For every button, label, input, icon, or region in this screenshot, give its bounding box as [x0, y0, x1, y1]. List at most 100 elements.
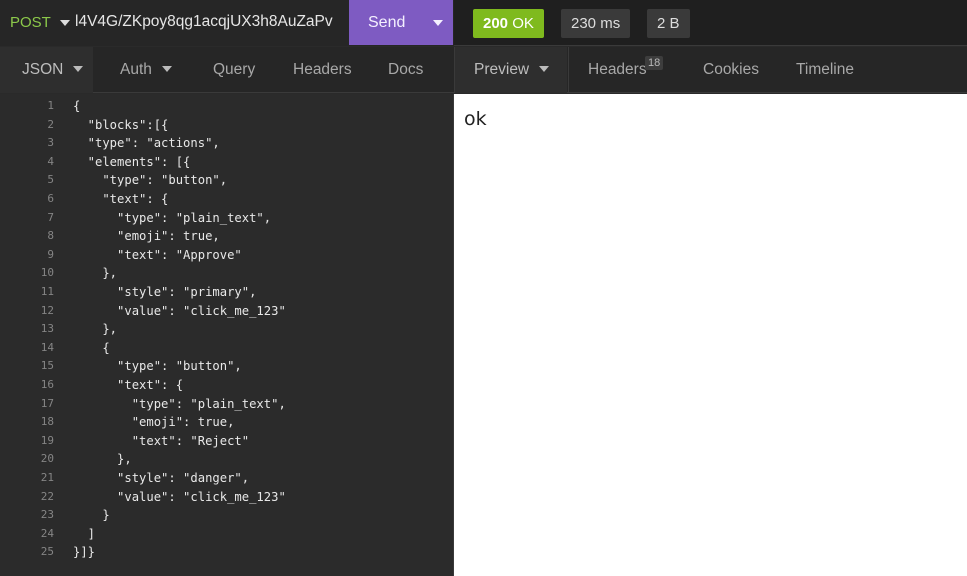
code-text: "style": "primary",	[73, 285, 257, 299]
line-number: 13	[40, 322, 54, 336]
tab-response-headers[interactable]: Headers	[588, 47, 647, 93]
code-text: },	[73, 322, 118, 337]
tab-preview[interactable]: Preview	[455, 47, 567, 93]
tab-auth[interactable]: Auth	[120, 47, 172, 93]
tab-preview-label: Preview	[474, 61, 530, 78]
line-number: 15	[40, 359, 54, 373]
tab-headers[interactable]: Headers	[293, 47, 352, 93]
line-number: 22	[40, 489, 54, 503]
code-line[interactable]: 18 "emoji": true,	[0, 413, 454, 432]
headers-count-badge: 18	[645, 56, 664, 70]
line-number: 5	[47, 173, 54, 187]
code-line[interactable]: 5 "type": "button",	[0, 171, 454, 190]
code-text: "text": {	[73, 192, 169, 206]
code-text: },	[73, 266, 118, 281]
code-line[interactable]: 3 "type": "actions",	[0, 134, 454, 153]
line-number: 16	[40, 378, 54, 391]
line-number: 2	[47, 117, 54, 131]
code-line[interactable]: 15 "type": "button",	[0, 357, 454, 376]
tab-cookies[interactable]: Cookies	[703, 47, 759, 93]
line-number: 24	[40, 526, 54, 540]
code-line[interactable]: 8 "emoji": true,	[0, 227, 454, 246]
line-number: 25	[40, 545, 54, 559]
line-number: 23	[40, 508, 54, 522]
line-number: 4	[47, 154, 54, 168]
code-text: },	[73, 452, 132, 467]
line-number: 14	[40, 340, 54, 354]
code-text: }]}	[73, 545, 96, 560]
code-text: }	[73, 508, 110, 523]
method-dropdown-icon[interactable]	[60, 20, 70, 26]
line-number: 18	[40, 415, 54, 429]
line-number: 17	[40, 396, 54, 410]
send-label: Send	[368, 14, 406, 31]
url-input[interactable]: l4V4G/ZKpoy8qg1acqjUX3h8AuZaPv	[75, 13, 345, 31]
code-line[interactable]: 4 "elements": [{	[0, 153, 454, 172]
line-number: 7	[47, 210, 54, 224]
tab-auth-label: Auth	[120, 61, 152, 78]
code-line[interactable]: 24 ]	[0, 525, 454, 544]
json-body-editor[interactable]: 1{2 "blocks":[{3 "type": "actions", 4 "el…	[0, 94, 454, 576]
code-line[interactable]: 16 "text": {	[0, 376, 454, 395]
code-line[interactable]: 12 "value": "click_me_123"	[0, 302, 454, 321]
code-line[interactable]: 14 {	[0, 339, 454, 358]
send-options-chevron-icon[interactable]	[433, 20, 443, 26]
chevron-down-icon	[161, 65, 172, 72]
code-line[interactable]: 9 "text": "Approve"	[0, 246, 454, 265]
response-size-badge: 2 B	[647, 9, 690, 38]
response-preview: ok	[454, 94, 967, 576]
code-text: "type": "plain_text",	[73, 396, 286, 411]
code-text: ]	[73, 526, 96, 541]
code-text: "type": "button",	[73, 173, 228, 188]
send-button[interactable]: Send	[349, 0, 453, 45]
response-tabs: Preview Headers 18 Cookies Timeline	[454, 47, 967, 93]
code-line[interactable]: 1{	[0, 97, 454, 116]
line-number: 20	[40, 452, 54, 466]
method-label: POST	[10, 14, 51, 31]
chevron-down-icon	[73, 65, 84, 72]
code-line[interactable]: 22 "value": "click_me_123"	[0, 488, 454, 507]
tab-divider	[568, 47, 569, 93]
code-text: {	[73, 340, 110, 355]
code-line[interactable]: 11 "style": "primary",	[0, 283, 454, 302]
line-number: 8	[47, 229, 54, 243]
code-line[interactable]: 10 },	[0, 264, 454, 283]
code-text: "value": "click_me_123"	[73, 489, 286, 504]
code-text: "type": "plain_text",	[73, 210, 272, 225]
line-number: 6	[47, 192, 54, 205]
code-line[interactable]: 19 "text": "Reject"	[0, 432, 454, 451]
chevron-down-icon	[539, 65, 550, 72]
code-line[interactable]: 17 "type": "plain_text",	[0, 395, 454, 414]
code-text: "text": "Reject"	[73, 433, 250, 448]
code-line[interactable]: 6 "text": {	[0, 190, 454, 209]
status-code: 200	[483, 15, 509, 32]
code-text: "blocks":[{	[73, 117, 169, 132]
code-text: "value": "click_me_123"	[73, 303, 286, 318]
code-text: "type": "button",	[73, 359, 242, 374]
code-line[interactable]: 25}]}	[0, 543, 454, 562]
tab-docs[interactable]: Docs	[388, 47, 423, 93]
line-number: 12	[40, 303, 54, 317]
code-text: "emoji": true,	[73, 415, 235, 430]
tab-query[interactable]: Query	[213, 47, 255, 93]
code-text: "text": {	[73, 378, 184, 392]
tab-json[interactable]: JSON	[0, 47, 93, 93]
code-text: "style": "danger",	[73, 471, 250, 485]
line-number: 19	[40, 433, 54, 447]
code-line[interactable]: 23 }	[0, 506, 454, 525]
request-bar: POST l4V4G/ZKpoy8qg1acqjUX3h8AuZaPv Send	[0, 0, 454, 46]
code-line[interactable]: 2 "blocks":[{	[0, 116, 454, 135]
top-bar: POST l4V4G/ZKpoy8qg1acqjUX3h8AuZaPv Send…	[0, 0, 967, 46]
code-line[interactable]: 20 },	[0, 450, 454, 469]
code-line[interactable]: 7 "type": "plain_text",	[0, 209, 454, 228]
response-status-bar: 200 OK 230 ms 2 B	[454, 0, 967, 46]
tab-timeline[interactable]: Timeline	[796, 47, 854, 93]
method-selector[interactable]: POST	[10, 14, 51, 31]
code-line[interactable]: 21 "style": "danger",	[0, 469, 454, 488]
line-number: 1	[47, 99, 54, 112]
code-text: {	[73, 99, 81, 113]
tab-json-label: JSON	[22, 61, 64, 78]
line-number: 10	[40, 266, 54, 280]
code-line[interactable]: 13 },	[0, 320, 454, 339]
code-text: "text": "Approve"	[73, 247, 242, 262]
